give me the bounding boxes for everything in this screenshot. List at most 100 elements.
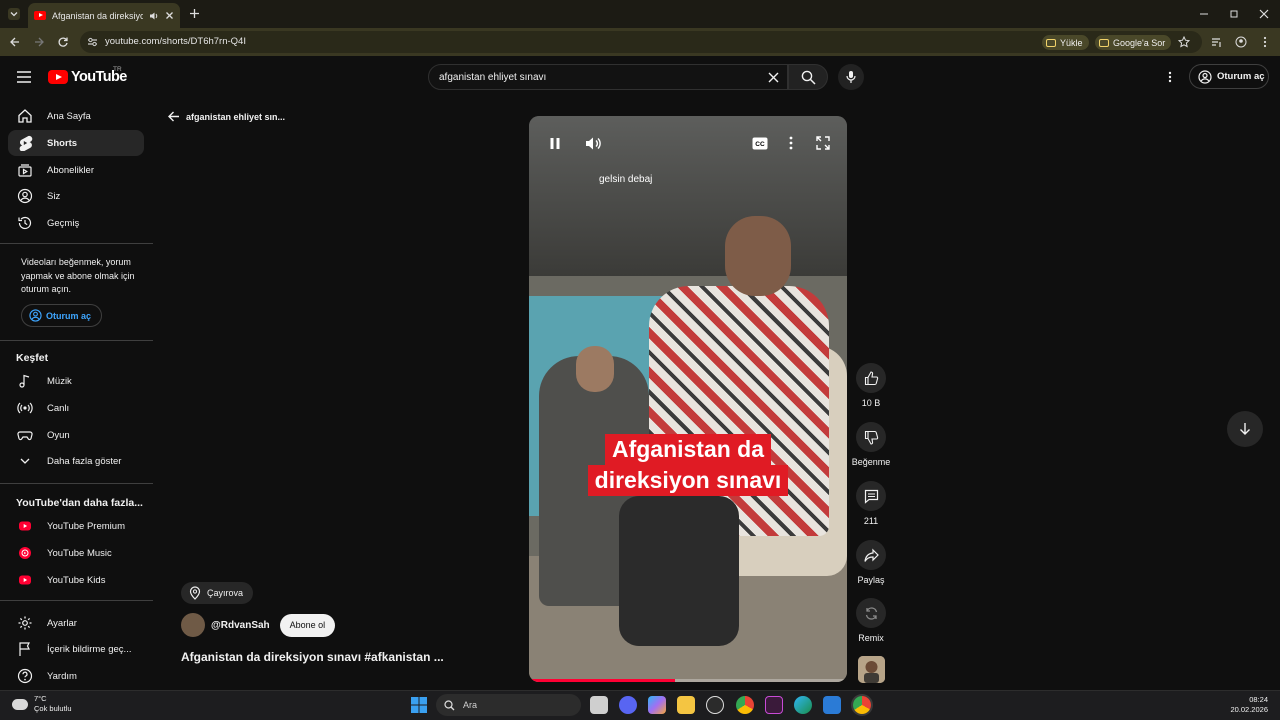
tab-search-icon[interactable] xyxy=(1211,36,1223,48)
sidebar-item-label: YouTube Premium xyxy=(47,520,125,532)
restore-icon[interactable] xyxy=(1229,9,1239,19)
site-info-icon[interactable] xyxy=(87,37,98,47)
sign-in-button[interactable]: Oturum aç xyxy=(1189,64,1269,89)
tab-list-button[interactable] xyxy=(8,8,20,20)
back-to-search[interactable]: afganistan ehliyet sın... xyxy=(167,110,285,123)
search-button[interactable] xyxy=(788,64,828,90)
like-button[interactable]: 10 B xyxy=(850,363,892,408)
close-window-icon[interactable] xyxy=(1259,9,1269,19)
sidebar-item-youtube-music[interactable]: YouTube Music xyxy=(8,540,144,566)
dislike-button[interactable]: Beğenme xyxy=(850,422,892,467)
reload-icon[interactable] xyxy=(57,36,69,48)
captions-button[interactable]: CC xyxy=(747,130,773,156)
bookmark-star-icon[interactable] xyxy=(1178,36,1190,48)
browser-tab[interactable]: Afganistan da direksiyon sın xyxy=(28,3,180,28)
clock-time: 08:24 xyxy=(1249,695,1268,704)
sidebar-item-shorts[interactable]: Shorts xyxy=(8,130,144,156)
weather-widget[interactable]: 7°C Çok bulutlu xyxy=(12,694,72,714)
minimize-icon[interactable] xyxy=(1199,9,1209,19)
divider xyxy=(0,600,153,601)
profile-icon[interactable] xyxy=(1235,36,1247,48)
sidebar-item-history[interactable]: Geçmiş xyxy=(8,210,144,236)
home-icon xyxy=(17,108,33,124)
remix-button[interactable]: Remix xyxy=(850,598,892,643)
explore-heading: Keşfet xyxy=(16,352,49,364)
chrome-icon[interactable] xyxy=(736,696,754,714)
video-title-overlay: Afganistan da direksiyon sınavı xyxy=(529,434,847,496)
sidebar-item-youtube-kids[interactable]: YouTube Kids xyxy=(8,567,144,593)
close-tab-icon[interactable] xyxy=(165,11,174,20)
sidebar-item-label: Geçmiş xyxy=(47,217,80,229)
sidebar-item-home[interactable]: Ana Sayfa xyxy=(8,103,144,129)
sidebar-item-you[interactable]: Siz xyxy=(8,183,144,209)
channel-name[interactable]: @RdvanSah xyxy=(211,620,270,631)
share-button[interactable]: Paylaş xyxy=(850,540,892,585)
sound-thumbnail[interactable] xyxy=(858,656,885,683)
audio-playing-icon[interactable] xyxy=(149,11,159,21)
clear-search-icon[interactable] xyxy=(768,72,779,83)
sidebar-item-gaming[interactable]: Oyun xyxy=(8,422,144,448)
shorts-video-player[interactable]: CC gelsin debaj Afganistan da direksiyon… xyxy=(529,116,847,682)
sidebar-item-subscriptions[interactable]: Abonelikler xyxy=(8,157,144,183)
sidebar-sign-in-button[interactable]: Oturum aç xyxy=(21,304,102,327)
youtube-logo[interactable]: YouTube TR xyxy=(48,66,127,85)
upload-chip[interactable]: Yükle xyxy=(1042,35,1089,50)
subscribe-button[interactable]: Abone ol xyxy=(279,613,336,637)
steam-icon[interactable] xyxy=(706,696,724,714)
video-title[interactable]: Afganistan da direksiyon sınavı #afkanis… xyxy=(181,650,444,664)
sidebar-item-music[interactable]: Müzik xyxy=(8,368,144,394)
fullscreen-button[interactable] xyxy=(810,130,836,156)
weather-temperature: 7°C xyxy=(34,694,47,703)
you-icon xyxy=(17,188,33,204)
channel-avatar[interactable] xyxy=(181,613,205,637)
browser-menu-icon[interactable] xyxy=(1259,36,1271,48)
settings-menu-icon[interactable] xyxy=(1166,70,1174,84)
windows-start-icon[interactable] xyxy=(411,697,427,713)
sidebar-item-youtube-premium[interactable]: YouTube Premium xyxy=(8,513,144,539)
edge-icon[interactable] xyxy=(794,696,812,714)
network-app-icon[interactable] xyxy=(823,696,841,714)
copilot-icon[interactable] xyxy=(648,696,666,714)
location-chip[interactable]: Çayırova xyxy=(181,582,254,604)
video-editor-icon[interactable] xyxy=(765,696,783,714)
chrome-active-icon[interactable] xyxy=(853,696,871,714)
more-options-button[interactable] xyxy=(778,130,804,156)
pause-button[interactable] xyxy=(542,130,568,156)
voice-search-button[interactable] xyxy=(838,64,864,90)
task-view-icon[interactable] xyxy=(590,696,608,714)
thumbs-up-icon xyxy=(864,370,878,385)
sidebar-item-live[interactable]: Canlı xyxy=(8,395,144,421)
volume-button[interactable] xyxy=(580,130,606,156)
country-code: TR xyxy=(113,66,122,73)
back-icon[interactable] xyxy=(9,36,21,48)
address-bar[interactable]: youtube.com/shorts/DT6h7rn-Q4I Yükle Goo… xyxy=(80,31,1202,53)
more-vert-icon xyxy=(789,136,793,150)
browser-toolbar: youtube.com/shorts/DT6h7rn-Q4I Yükle Goo… xyxy=(0,28,1280,56)
search-input[interactable] xyxy=(439,69,759,86)
more-from-youtube-heading: YouTube'dan daha fazla... xyxy=(16,497,143,509)
sidebar-show-more[interactable]: Daha fazla göster xyxy=(8,448,144,474)
sidebar-item-help[interactable]: Yardım xyxy=(8,663,144,689)
sidebar-item-report-history[interactable]: İçerik bildirme geç... xyxy=(8,636,144,662)
taskbar-search[interactable]: Ara xyxy=(436,694,581,716)
discord-icon[interactable] xyxy=(619,696,637,714)
file-explorer-icon[interactable] xyxy=(677,696,695,714)
next-video-button[interactable] xyxy=(1227,411,1263,447)
new-tab-icon[interactable] xyxy=(189,8,200,19)
video-frame-legs xyxy=(619,496,739,646)
channel-row: @RdvanSah Abone ol xyxy=(181,613,336,637)
live-icon xyxy=(17,400,33,416)
music-icon xyxy=(17,373,33,389)
google-ask-chip[interactable]: Google'a Sor xyxy=(1095,35,1172,50)
sidebar-item-settings[interactable]: Ayarlar xyxy=(8,610,144,636)
google-ask-label: Google'a Sor xyxy=(1113,37,1166,48)
mic-icon xyxy=(846,71,856,83)
windows-taskbar: 7°C Çok bulutlu Ara 08:24 20.02.2026 xyxy=(0,690,1280,720)
system-clock[interactable]: 08:24 20.02.2026 xyxy=(1230,695,1268,715)
video-progress-bar[interactable] xyxy=(529,679,847,682)
video-caption: gelsin debaj xyxy=(599,174,653,185)
forward-icon[interactable] xyxy=(33,36,45,48)
menu-icon[interactable] xyxy=(16,70,32,84)
subscriptions-icon xyxy=(17,162,33,178)
comments-button[interactable]: 211 xyxy=(850,481,892,526)
